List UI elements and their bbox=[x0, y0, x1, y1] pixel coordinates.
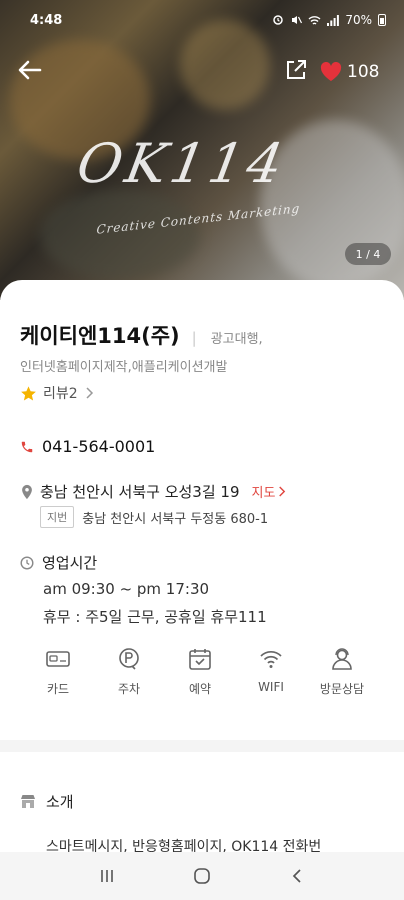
business-category-cont: 인터넷홈페이지제작,애플리케이션개발 bbox=[20, 360, 228, 375]
map-link-label: 지도 bbox=[251, 486, 276, 501]
amenity-label: 주차 bbox=[117, 682, 141, 696]
system-nav-bar bbox=[0, 852, 404, 900]
top-action-bar: 108 bbox=[0, 52, 404, 92]
intro-title: 소개 bbox=[20, 791, 74, 812]
amenity-label: WIFI bbox=[258, 680, 284, 694]
star-icon bbox=[21, 385, 36, 400]
amenity-wifi: WIFI bbox=[243, 646, 299, 697]
chevron-right-icon bbox=[86, 387, 93, 399]
phone-number: 041-564-0001 bbox=[42, 437, 156, 456]
like-button[interactable]: 108 bbox=[320, 56, 379, 88]
consult-icon bbox=[332, 648, 352, 670]
amenity-reservation: 예약 bbox=[172, 646, 228, 697]
clock-icon bbox=[20, 555, 34, 570]
hero-image[interactable]: OK114 Creative Contents Marketing 1 / 4 bbox=[0, 0, 404, 300]
chevron-left-icon bbox=[292, 869, 301, 883]
hero-bokeh bbox=[40, 190, 200, 280]
alarm-icon bbox=[273, 15, 284, 25]
battery-icon bbox=[378, 14, 386, 26]
share-button[interactable] bbox=[284, 58, 310, 84]
business-detail-sheet: 케이티엔114(주) | 광고대행, 인터넷홈페이지제작,애플리케이션개발 리뷰… bbox=[0, 280, 404, 900]
status-time: 4:48 bbox=[30, 12, 63, 28]
intro-label: 소개 bbox=[46, 793, 74, 811]
title-row: 케이티엔114(주) | 광고대행, bbox=[20, 320, 263, 350]
card-icon bbox=[46, 651, 70, 667]
home-button[interactable] bbox=[186, 860, 218, 892]
mute-icon bbox=[292, 16, 303, 24]
parking-icon bbox=[119, 648, 139, 670]
amenity-parking: 주차 bbox=[101, 646, 157, 697]
phone-icon bbox=[21, 441, 33, 452]
arrow-left-icon bbox=[18, 60, 42, 80]
business-holiday: 휴무 : 주5일 근무, 공휴일 휴무111 bbox=[43, 608, 267, 626]
phone-row[interactable]: 041-564-0001 bbox=[20, 437, 155, 456]
address-text: 충남 천안시 서북구 오성3길 19 bbox=[40, 483, 240, 501]
system-back-button[interactable] bbox=[281, 860, 313, 892]
back-button[interactable] bbox=[16, 56, 48, 88]
section-divider bbox=[0, 740, 404, 752]
recents-icon bbox=[101, 870, 114, 882]
status-bar: 4:48 70% bbox=[0, 0, 404, 40]
jibun-address: 충남 천안시 서북구 두정동 680-1 bbox=[82, 511, 269, 527]
amenity-label: 카드 bbox=[46, 682, 70, 696]
amenity-card: 카드 bbox=[30, 646, 86, 697]
address-row: 충남 천안시 서북구 오성3길 19 지도 bbox=[20, 481, 286, 502]
business-category: 광고대행, bbox=[210, 332, 263, 347]
business-name: 케이티엔114(주) bbox=[20, 324, 180, 348]
store-icon bbox=[21, 795, 35, 808]
recents-button[interactable] bbox=[91, 860, 123, 892]
signal-icon bbox=[327, 14, 340, 26]
business-hours: am 09:30 ~ pm 17:30 bbox=[43, 580, 210, 598]
wifi-icon bbox=[260, 650, 282, 668]
chevron-right-icon bbox=[279, 486, 286, 497]
hours-title: 영업시간 bbox=[20, 552, 97, 573]
location-pin-icon bbox=[22, 484, 32, 499]
amenity-label: 예약 bbox=[188, 682, 212, 696]
title-divider: | bbox=[191, 329, 197, 347]
review-link[interactable]: 리뷰2 bbox=[20, 383, 94, 403]
battery-percent: 70% bbox=[345, 13, 372, 27]
status-icons: 70% bbox=[272, 13, 386, 27]
like-count: 108 bbox=[347, 62, 380, 82]
map-link[interactable]: 지도 bbox=[252, 482, 287, 501]
heart-icon bbox=[320, 62, 342, 81]
amenity-consult: 방문상담 bbox=[314, 646, 370, 697]
amenity-label: 방문상담 bbox=[319, 682, 365, 696]
wifi-status-icon bbox=[308, 15, 321, 25]
share-icon bbox=[287, 60, 306, 79]
hours-label: 영업시간 bbox=[42, 554, 98, 572]
amenities-list: 카드 주차 예약 WIFI 방문상담 bbox=[30, 646, 370, 697]
jibun-badge: 지번 bbox=[40, 506, 75, 528]
home-icon bbox=[194, 868, 210, 884]
reservation-icon bbox=[189, 649, 211, 670]
hero-logo: OK114 bbox=[72, 132, 292, 195]
image-pager: 1 / 4 bbox=[345, 243, 391, 265]
jibun-row: 지번 충남 천안시 서북구 두정동 680-1 bbox=[40, 506, 268, 528]
review-label: 리뷰2 bbox=[43, 386, 78, 402]
